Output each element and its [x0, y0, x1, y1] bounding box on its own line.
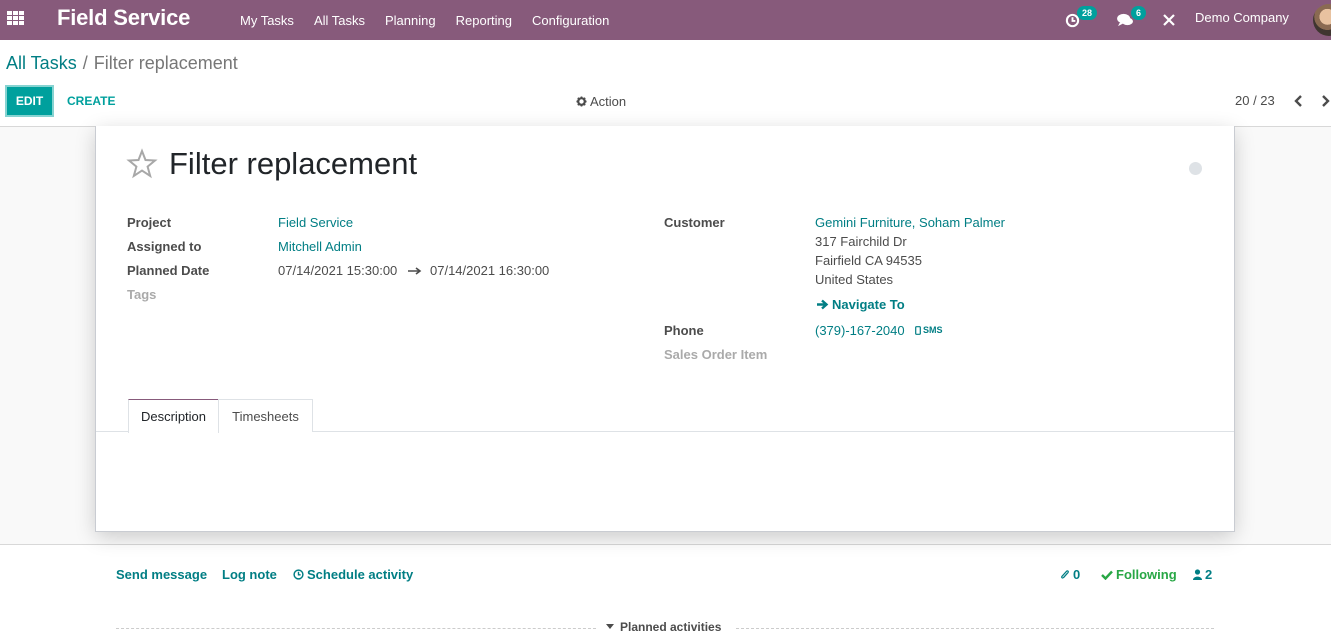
- breadcrumb: All Tasks / Filter replacement: [6, 53, 238, 74]
- arrow-right-icon: [817, 299, 829, 310]
- project-label: Project: [127, 215, 172, 230]
- caret-down-icon: [606, 624, 614, 629]
- menu-reporting[interactable]: Reporting: [456, 13, 512, 28]
- sales-order-item-label: Sales Order Item: [664, 347, 768, 362]
- edit-button[interactable]: EDIT: [5, 85, 54, 117]
- navigate-to-label: Navigate To: [832, 297, 905, 312]
- menu-planning[interactable]: Planning: [385, 13, 436, 28]
- customer-country: United States: [815, 272, 894, 287]
- assigned-to-label: Assigned to: [127, 239, 202, 254]
- menu-configuration[interactable]: Configuration: [532, 13, 609, 28]
- check-icon: [1101, 570, 1113, 580]
- activity-count-badge: 28: [1077, 6, 1098, 20]
- chevron-right-icon: [1321, 95, 1330, 107]
- planned-activities-section: Planned activities: [116, 620, 1214, 636]
- app-name[interactable]: Field Service: [57, 5, 190, 31]
- activities-button[interactable]: 28: [1065, 0, 1098, 40]
- following-label: Following: [1116, 567, 1177, 582]
- messages-button[interactable]: 6: [1117, 0, 1147, 40]
- customer-street: 317 Fairchild Dr: [815, 234, 907, 249]
- customer-city: Fairfield CA 94535: [815, 253, 922, 268]
- following-button[interactable]: Following: [1101, 567, 1177, 582]
- apps-menu-icon[interactable]: [7, 11, 24, 25]
- user-icon: [1193, 569, 1202, 580]
- sms-label: SMS: [923, 325, 943, 335]
- planned-activities-toggle[interactable]: Planned activities: [606, 620, 721, 634]
- create-button[interactable]: CREATE: [67, 94, 115, 108]
- message-count-badge: 6: [1131, 6, 1147, 20]
- customer-name[interactable]: Gemini Furniture, Soham Palmer: [815, 215, 1005, 230]
- record-title: Filter replacement: [169, 146, 418, 181]
- attachments-button[interactable]: 0: [1060, 567, 1080, 582]
- paperclip-icon: [1061, 569, 1069, 579]
- breadcrumb-separator: /: [82, 53, 88, 73]
- action-label: Action: [590, 94, 627, 109]
- log-note-label: Log note: [222, 567, 277, 582]
- planned-date-label: Planned Date: [127, 263, 210, 278]
- navigate-to-button[interactable]: Navigate To: [817, 297, 905, 312]
- mobile-icon: [915, 325, 921, 335]
- notebook-tabs: Description Timesheets: [96, 399, 1234, 433]
- breadcrumb-current: Filter replacement: [93, 53, 238, 73]
- divider-left: [116, 628, 596, 629]
- gear-icon: [576, 96, 587, 107]
- tab-timesheets[interactable]: Timesheets: [218, 399, 313, 432]
- planned-date-start: 07/14/2021 15:30:00: [278, 263, 398, 278]
- project-value[interactable]: Field Service: [278, 215, 353, 230]
- attachments-count: 0: [1073, 567, 1081, 582]
- kanban-state-indicator[interactable]: [1189, 162, 1202, 175]
- clock-icon: [293, 569, 304, 580]
- main-menu: My Tasks All Tasks Planning Reporting Co…: [240, 0, 629, 40]
- pager-value[interactable]: 20 / 23: [1235, 93, 1275, 108]
- top-navbar: Field Service My Tasks All Tasks Plannin…: [0, 0, 1331, 40]
- action-dropdown[interactable]: Action: [576, 94, 626, 109]
- star-priority-icon[interactable]: [126, 148, 158, 180]
- log-note-button[interactable]: Log note: [222, 567, 277, 582]
- customer-label: Customer: [664, 215, 725, 230]
- followers-button[interactable]: 2: [1193, 567, 1212, 582]
- tab-description[interactable]: Description: [128, 399, 219, 433]
- sms-button[interactable]: SMS: [915, 325, 943, 335]
- breadcrumb-all-tasks[interactable]: All Tasks: [6, 53, 77, 73]
- schedule-activity-button[interactable]: Schedule activity: [293, 567, 413, 582]
- planned-activities-label: Planned activities: [620, 620, 722, 634]
- menu-all-tasks[interactable]: All Tasks: [314, 13, 365, 28]
- chevron-left-icon: [1293, 95, 1302, 107]
- tags-label: Tags: [127, 287, 157, 302]
- send-message-label: Send message: [116, 567, 208, 582]
- menu-my-tasks[interactable]: My Tasks: [240, 13, 294, 28]
- phone-value[interactable]: (379)-167-2040: [815, 323, 905, 338]
- tools-icon: [1163, 14, 1175, 26]
- user-avatar[interactable]: [1313, 4, 1331, 36]
- pager-next-button[interactable]: [1317, 92, 1331, 110]
- divider-right: [736, 628, 1214, 629]
- assigned-to-value[interactable]: Mitchell Admin: [278, 239, 362, 254]
- pager-previous-button[interactable]: [1290, 92, 1306, 110]
- company-switcher[interactable]: Demo Company: [1195, 10, 1289, 25]
- send-message-button[interactable]: Send message: [116, 567, 207, 582]
- phone-label: Phone: [664, 323, 704, 338]
- arrow-right-icon: [408, 267, 422, 275]
- followers-count: 2: [1205, 567, 1213, 582]
- schedule-activity-label: Schedule activity: [307, 567, 414, 582]
- debug-tools-button[interactable]: [1162, 0, 1176, 40]
- planned-date-end: 07/14/2021 16:30:00: [430, 263, 550, 278]
